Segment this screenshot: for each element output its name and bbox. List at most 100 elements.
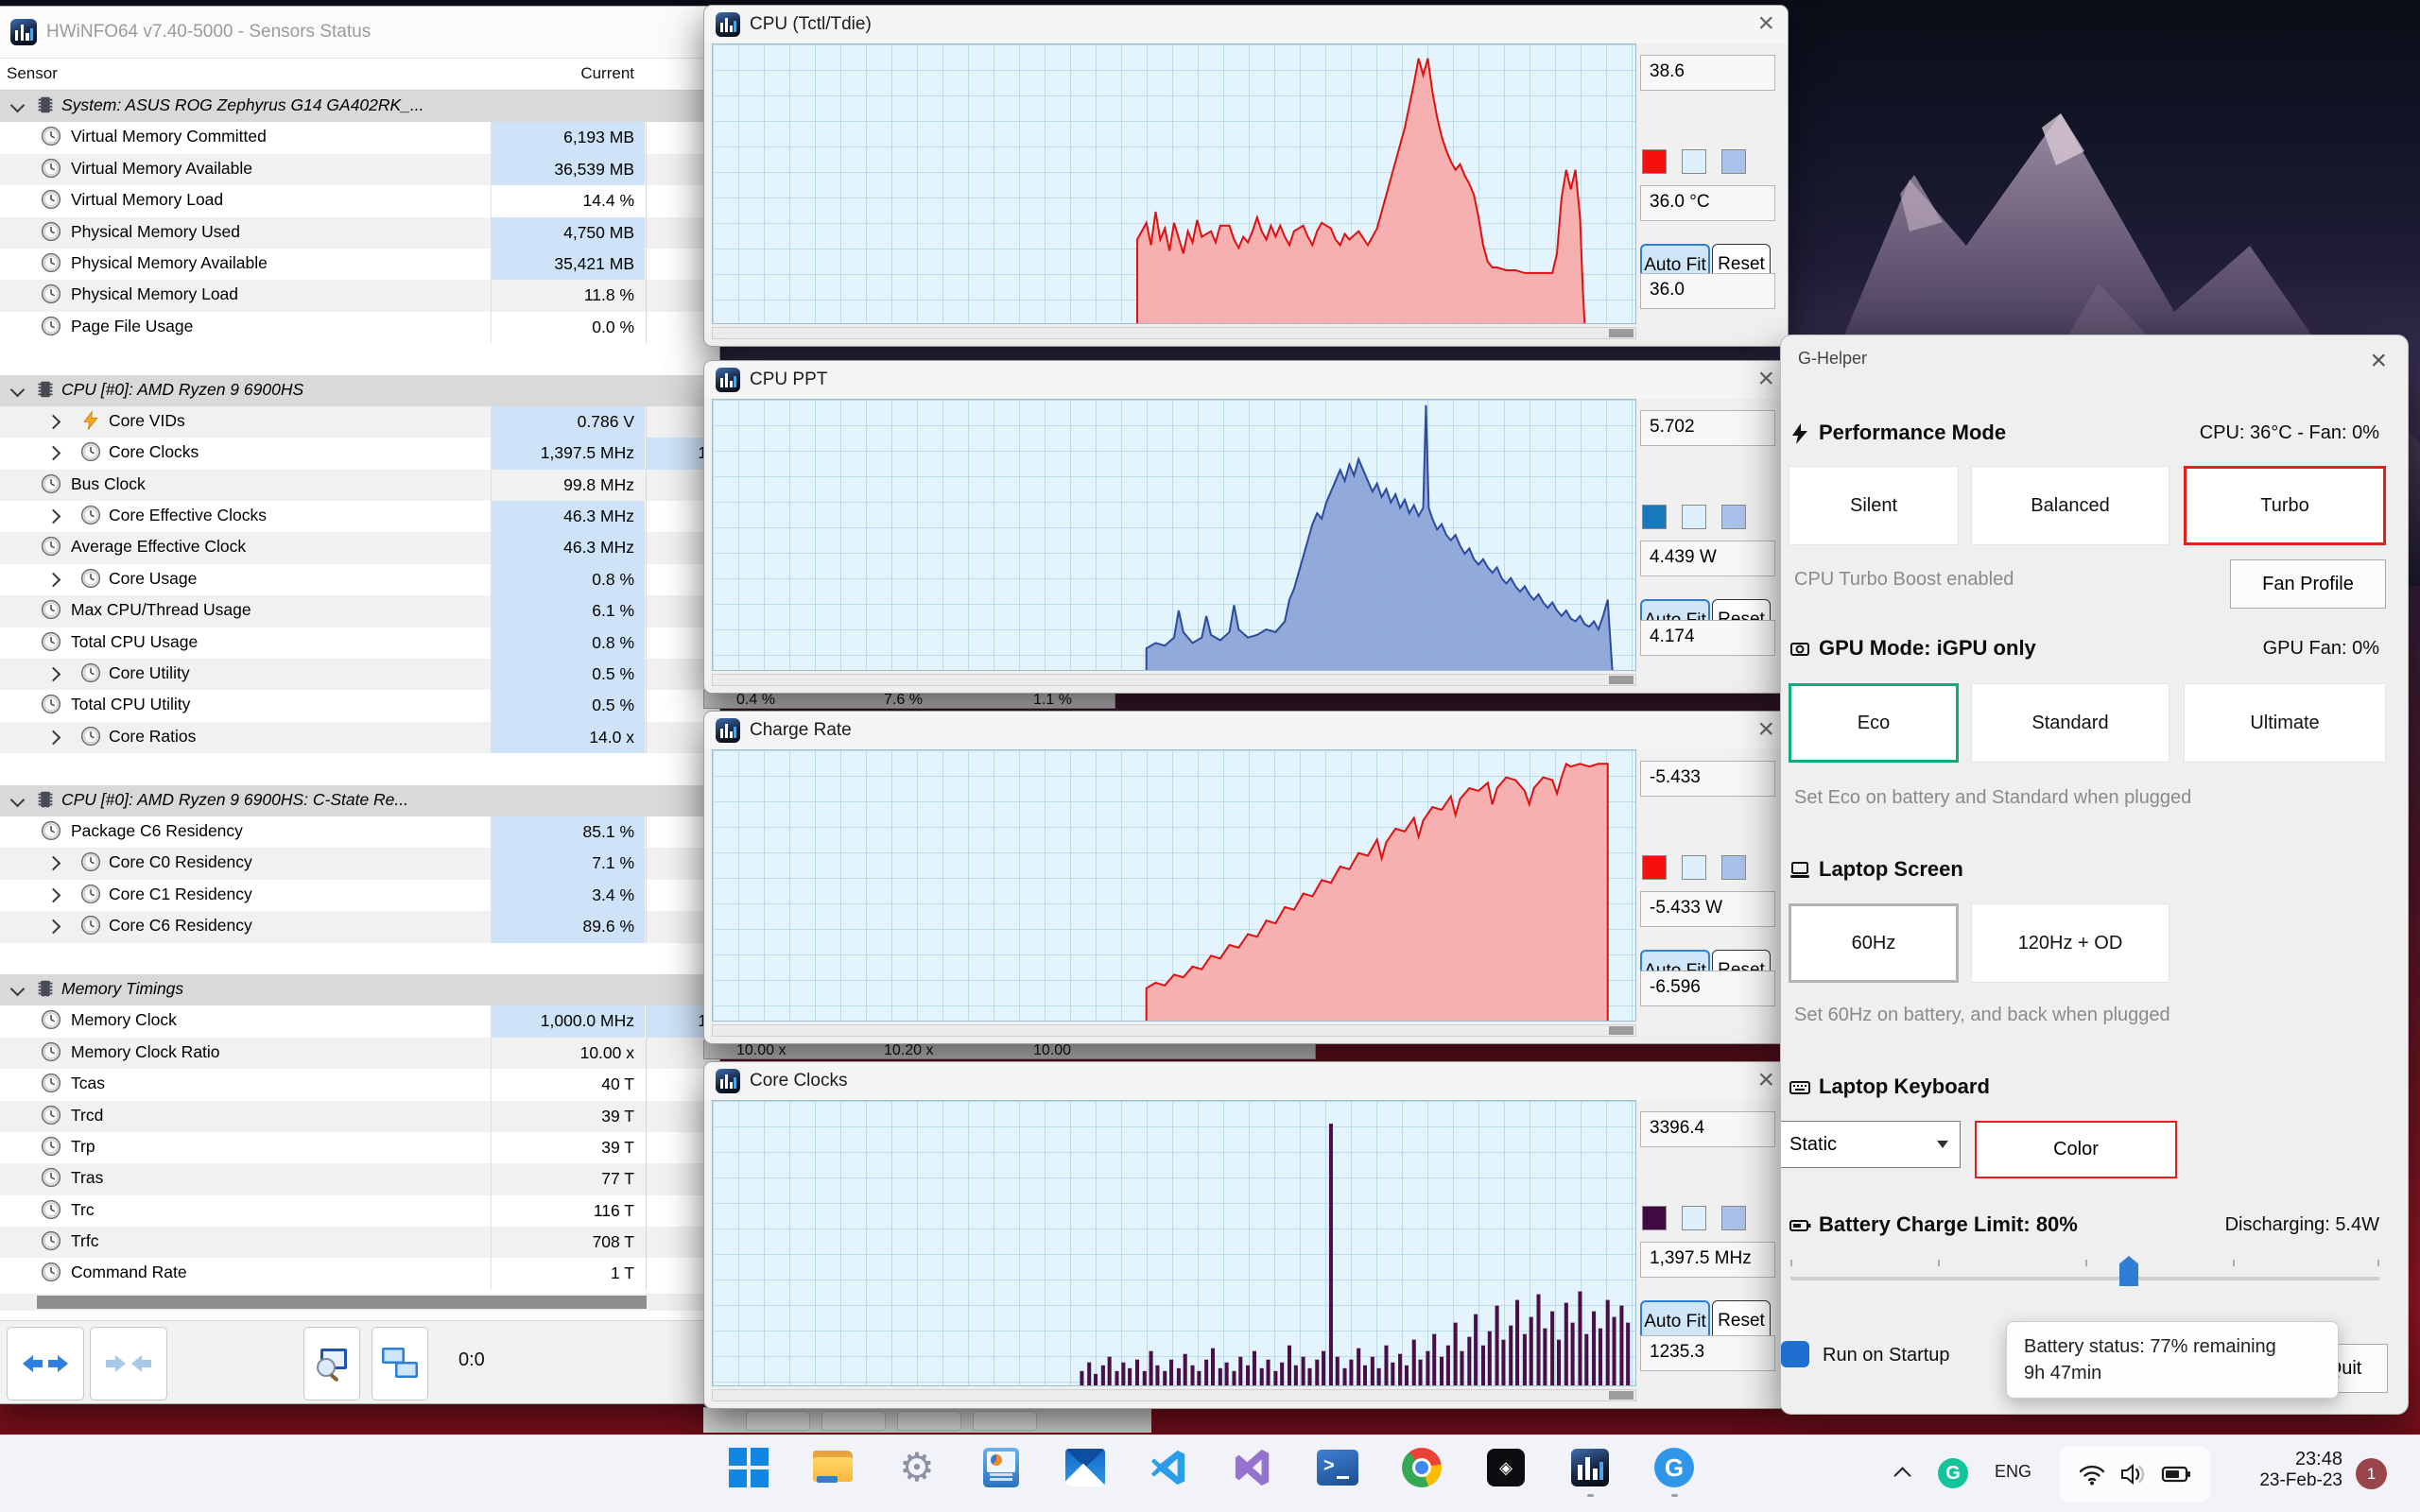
graph-close-icon[interactable]: × xyxy=(1757,363,1774,395)
notification-badge[interactable]: 1 xyxy=(2356,1458,2387,1489)
sensor-section-row[interactable]: CPU [#0]: AMD Ryzen 9 6900HS xyxy=(0,374,719,406)
hwinfo-hscrollbar[interactable] xyxy=(0,1294,719,1311)
series-color-swatch[interactable] xyxy=(1642,505,1667,529)
background-color-swatch[interactable] xyxy=(1682,505,1706,529)
sensor-row[interactable]: Max CPU/Thread Usage 6.1 % xyxy=(0,595,719,627)
sensor-row[interactable]: Trfc 708 T xyxy=(0,1227,719,1259)
sensor-row[interactable]: Tcas 40 T xyxy=(0,1069,719,1101)
column-header-sensor[interactable]: Sensor xyxy=(7,64,58,83)
keyboard-mode-dropdown[interactable]: Static xyxy=(1781,1121,1961,1168)
sensor-row[interactable]: Total CPU Usage 0.8 % xyxy=(0,627,719,660)
perf-turbo-button[interactable]: Turbo xyxy=(2184,466,2386,545)
expand-chevron-icon[interactable] xyxy=(45,508,61,524)
sensor-row[interactable]: Core Clocks 1,397.5 MHz 1, xyxy=(0,438,719,470)
graph-plot[interactable] xyxy=(712,1100,1636,1386)
expand-chevron-icon[interactable] xyxy=(45,666,61,682)
sensor-row[interactable]: Command Rate 1 T xyxy=(0,1258,719,1290)
sensor-row[interactable]: Core VIDs 0.786 V xyxy=(0,405,719,438)
taskbar-icon-hwinfo[interactable] xyxy=(1569,1447,1611,1497)
graph-close-icon[interactable]: × xyxy=(1757,713,1774,746)
sensor-row[interactable]: Core C0 Residency 7.1 % xyxy=(0,848,719,880)
sensor-row[interactable]: Trc 116 T xyxy=(0,1194,719,1228)
sensor-row[interactable]: Average Effective Clock 46.3 MHz xyxy=(0,532,719,564)
sensor-row[interactable]: Bus Clock 99.8 MHz xyxy=(0,469,719,502)
sensor-row[interactable]: Page File Usage 0.0 % xyxy=(0,311,719,344)
sensor-row[interactable]: Memory Clock Ratio 10.00 x xyxy=(0,1037,719,1070)
sensor-row[interactable]: Core C6 Residency 89.6 % xyxy=(0,911,719,943)
taskbar-icon-ghelper[interactable]: G xyxy=(1653,1447,1695,1497)
series-color-swatch[interactable] xyxy=(1642,855,1667,880)
taskbar-icon-start[interactable] xyxy=(728,1447,769,1488)
expand-chevron-icon[interactable] xyxy=(45,887,61,903)
background-color-swatch[interactable] xyxy=(1682,1206,1706,1230)
taskbar-icon-visual-studio[interactable] xyxy=(1233,1447,1274,1488)
collapse-chevron-icon[interactable] xyxy=(9,382,26,397)
expand-chevron-icon[interactable] xyxy=(45,856,61,871)
sensor-row[interactable]: Tras 77 T xyxy=(0,1163,719,1195)
taskbar-icon-powershell[interactable]: > xyxy=(1317,1447,1358,1488)
graph-hscrollbar[interactable] xyxy=(712,674,1636,686)
taskbar-icon-dark-app[interactable]: ◈ xyxy=(1485,1447,1527,1488)
grid-color-swatch[interactable] xyxy=(1721,855,1746,880)
battery-limit-slider[interactable] xyxy=(1790,1277,2379,1280)
sensor-row[interactable]: Core Utility 0.5 % xyxy=(0,659,719,691)
remote-monitors-button[interactable] xyxy=(372,1327,428,1400)
sensor-row[interactable]: Trp 39 T xyxy=(0,1131,719,1164)
collapse-chevron-icon[interactable] xyxy=(9,97,26,113)
collapse-chevron-icon[interactable] xyxy=(9,981,26,997)
screen-60hz-button[interactable]: 60Hz xyxy=(1789,903,1959,983)
series-color-swatch[interactable] xyxy=(1642,149,1667,174)
expand-chevron-icon[interactable] xyxy=(45,414,61,430)
monitor-search-button[interactable] xyxy=(303,1327,360,1400)
taskbar-icon-monitor-settings[interactable] xyxy=(980,1447,1022,1488)
graph-plot[interactable] xyxy=(712,749,1636,1022)
sensor-section-row[interactable]: Memory Timings xyxy=(0,973,719,1006)
sensor-row[interactable]: Package C6 Residency 85.1 % xyxy=(0,816,719,849)
grammarly-tray-icon[interactable]: G xyxy=(1938,1458,1968,1488)
run-on-startup-checkbox[interactable] xyxy=(1781,1341,1809,1367)
series-color-swatch[interactable] xyxy=(1642,1206,1667,1230)
taskbar-icon-settings[interactable]: ⚙ xyxy=(896,1447,938,1488)
gpu-eco-button[interactable]: Eco xyxy=(1789,683,1959,763)
graph-hscrollbar-thumb[interactable] xyxy=(1609,329,1634,337)
ghelper-close-icon[interactable]: × xyxy=(2370,345,2387,377)
expand-chevron-icon[interactable] xyxy=(45,919,61,935)
sensor-row[interactable]: Physical Memory Used 4,750 MB xyxy=(0,216,719,249)
background-color-swatch[interactable] xyxy=(1682,855,1706,880)
graph-hscrollbar[interactable] xyxy=(712,327,1636,339)
sensor-row[interactable]: Virtual Memory Committed 6,193 MB xyxy=(0,122,719,154)
keyboard-color-button[interactable]: Color xyxy=(1975,1121,2177,1178)
grid-color-swatch[interactable] xyxy=(1721,149,1746,174)
sensor-row[interactable]: Physical Memory Available 35,421 MB xyxy=(0,248,719,281)
graph-hscrollbar[interactable] xyxy=(712,1024,1636,1037)
clock[interactable]: 23:48 23-Feb-23 xyxy=(2231,1449,2342,1491)
hwinfo-titlebar[interactable]: HWiNFO64 v7.40-5000 - Sensors Status xyxy=(0,7,719,59)
taskbar-icon-chrome[interactable] xyxy=(1401,1447,1443,1488)
graph-hscrollbar-thumb[interactable] xyxy=(1609,1026,1634,1035)
grid-color-swatch[interactable] xyxy=(1721,505,1746,529)
tray-overflow-chevron-icon[interactable] xyxy=(1893,1467,1911,1485)
graph-titlebar[interactable]: Charge Rate × xyxy=(704,712,1788,749)
sensor-row[interactable]: Core Usage 0.8 % xyxy=(0,563,719,596)
sensor-row[interactable]: Core Ratios 14.0 x xyxy=(0,721,719,754)
graph-titlebar[interactable]: Core Clocks × xyxy=(704,1062,1788,1100)
sensor-section-row[interactable]: CPU [#0]: AMD Ryzen 9 6900HS: C-State Re… xyxy=(0,784,719,816)
graph-hscrollbar-thumb[interactable] xyxy=(1609,676,1634,684)
background-color-swatch[interactable] xyxy=(1682,149,1706,174)
graph-hscrollbar[interactable] xyxy=(712,1389,1636,1401)
battery-limit-slider-handle[interactable] xyxy=(2119,1256,2138,1286)
graph-plot[interactable] xyxy=(712,43,1636,324)
taskbar-icon-vscode[interactable] xyxy=(1149,1447,1190,1488)
sensor-row[interactable]: Total CPU Utility 0.5 % xyxy=(0,690,719,722)
sensor-row[interactable]: Virtual Memory Available 36,539 MB xyxy=(0,153,719,186)
graph-titlebar[interactable]: CPU PPT × xyxy=(704,361,1788,399)
sensor-section-row[interactable]: System: ASUS ROG Zephyrus G14 GA402RK_..… xyxy=(0,91,719,123)
collapse-columns-button[interactable] xyxy=(90,1327,167,1400)
sensor-row[interactable]: Virtual Memory Load 14.4 % xyxy=(0,185,719,217)
screen-120hz-button[interactable]: 120Hz + OD xyxy=(1971,903,2169,983)
sensor-row[interactable]: Memory Clock 1,000.0 MHz 1, xyxy=(0,1005,719,1038)
grid-color-swatch[interactable] xyxy=(1721,1206,1746,1230)
perf-silent-button[interactable]: Silent xyxy=(1789,466,1959,545)
sensor-row[interactable]: Trcd 39 T xyxy=(0,1100,719,1132)
expand-chevron-icon[interactable] xyxy=(45,446,61,461)
